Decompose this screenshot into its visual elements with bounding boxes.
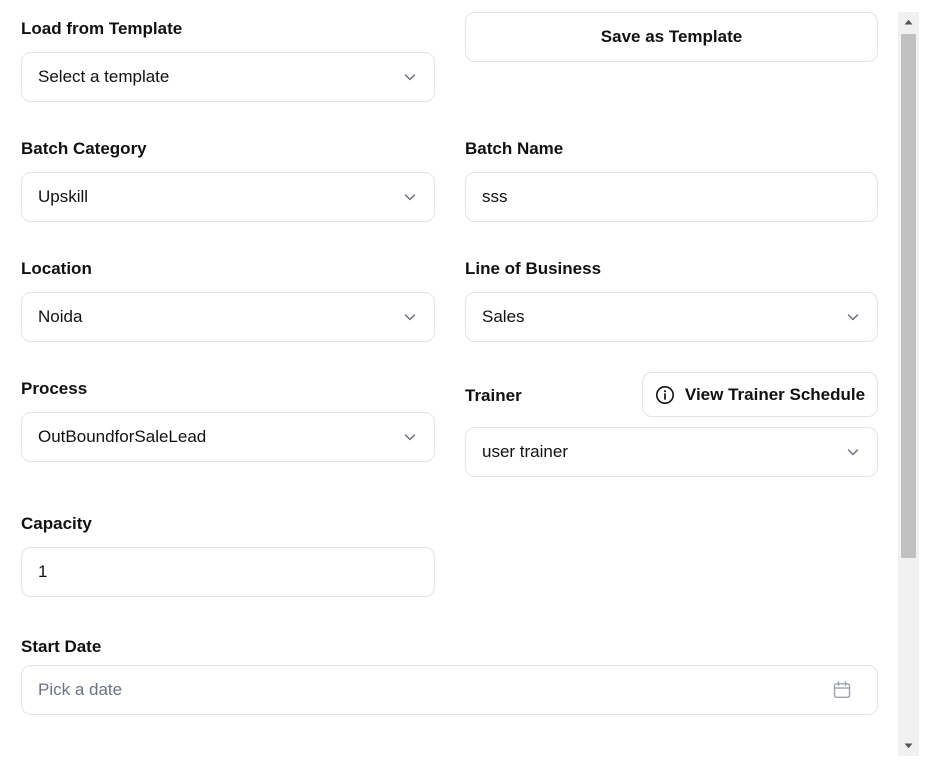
load-template-label: Load from Template — [21, 19, 183, 38]
line-of-business-select[interactable]: Sales — [465, 292, 878, 342]
line-of-business-value: Sales — [482, 307, 525, 326]
location-select[interactable]: Noida — [21, 292, 435, 342]
capacity-input[interactable]: 1 — [21, 547, 435, 597]
capacity-value: 1 — [38, 562, 48, 581]
line-of-business-label: Line of Business — [465, 259, 602, 278]
batch-name-value: sss — [482, 187, 508, 206]
chevron-down-icon — [845, 309, 861, 325]
calendar-icon — [833, 681, 851, 699]
scroll-down-arrow-icon[interactable] — [898, 736, 919, 756]
chevron-down-icon — [402, 309, 418, 325]
batch-category-label: Batch Category — [21, 139, 147, 158]
start-date-label: Start Date — [21, 637, 102, 656]
template-select[interactable]: Select a template — [21, 52, 435, 102]
chevron-down-icon — [402, 189, 418, 205]
view-trainer-schedule-label: View Trainer Schedule — [684, 384, 866, 404]
save-as-template-button[interactable]: Save as Template — [465, 12, 878, 62]
process-select[interactable]: OutBoundforSaleLead — [21, 412, 435, 462]
vertical-scrollbar[interactable] — [898, 12, 919, 756]
batch-name-label: Batch Name — [465, 139, 564, 158]
start-date-placeholder: Pick a date — [38, 680, 123, 699]
batch-category-value: Upskill — [38, 187, 89, 206]
location-value: Noida — [38, 307, 83, 326]
chevron-down-icon — [402, 429, 418, 445]
location-label: Location — [21, 259, 92, 278]
batch-category-select[interactable]: Upskill — [21, 172, 435, 222]
capacity-label: Capacity — [21, 514, 92, 533]
trainer-label: Trainer — [465, 386, 522, 405]
start-date-picker[interactable]: Pick a date — [21, 665, 878, 715]
process-label: Process — [21, 379, 88, 398]
trainer-value: user trainer — [482, 442, 568, 461]
batch-name-input[interactable]: sss — [465, 172, 878, 222]
scroll-up-arrow-icon[interactable] — [898, 12, 919, 32]
process-value: OutBoundforSaleLead — [38, 427, 207, 446]
batch-form: Load from Template Select a template Sav… — [0, 0, 943, 770]
info-icon — [655, 385, 675, 405]
chevron-down-icon — [402, 69, 418, 85]
chevron-down-icon — [845, 444, 861, 460]
view-trainer-schedule-button[interactable]: View Trainer Schedule — [642, 372, 878, 417]
template-select-value: Select a template — [38, 67, 170, 86]
trainer-select[interactable]: user trainer — [465, 427, 878, 477]
scrollbar-thumb[interactable] — [901, 34, 916, 558]
